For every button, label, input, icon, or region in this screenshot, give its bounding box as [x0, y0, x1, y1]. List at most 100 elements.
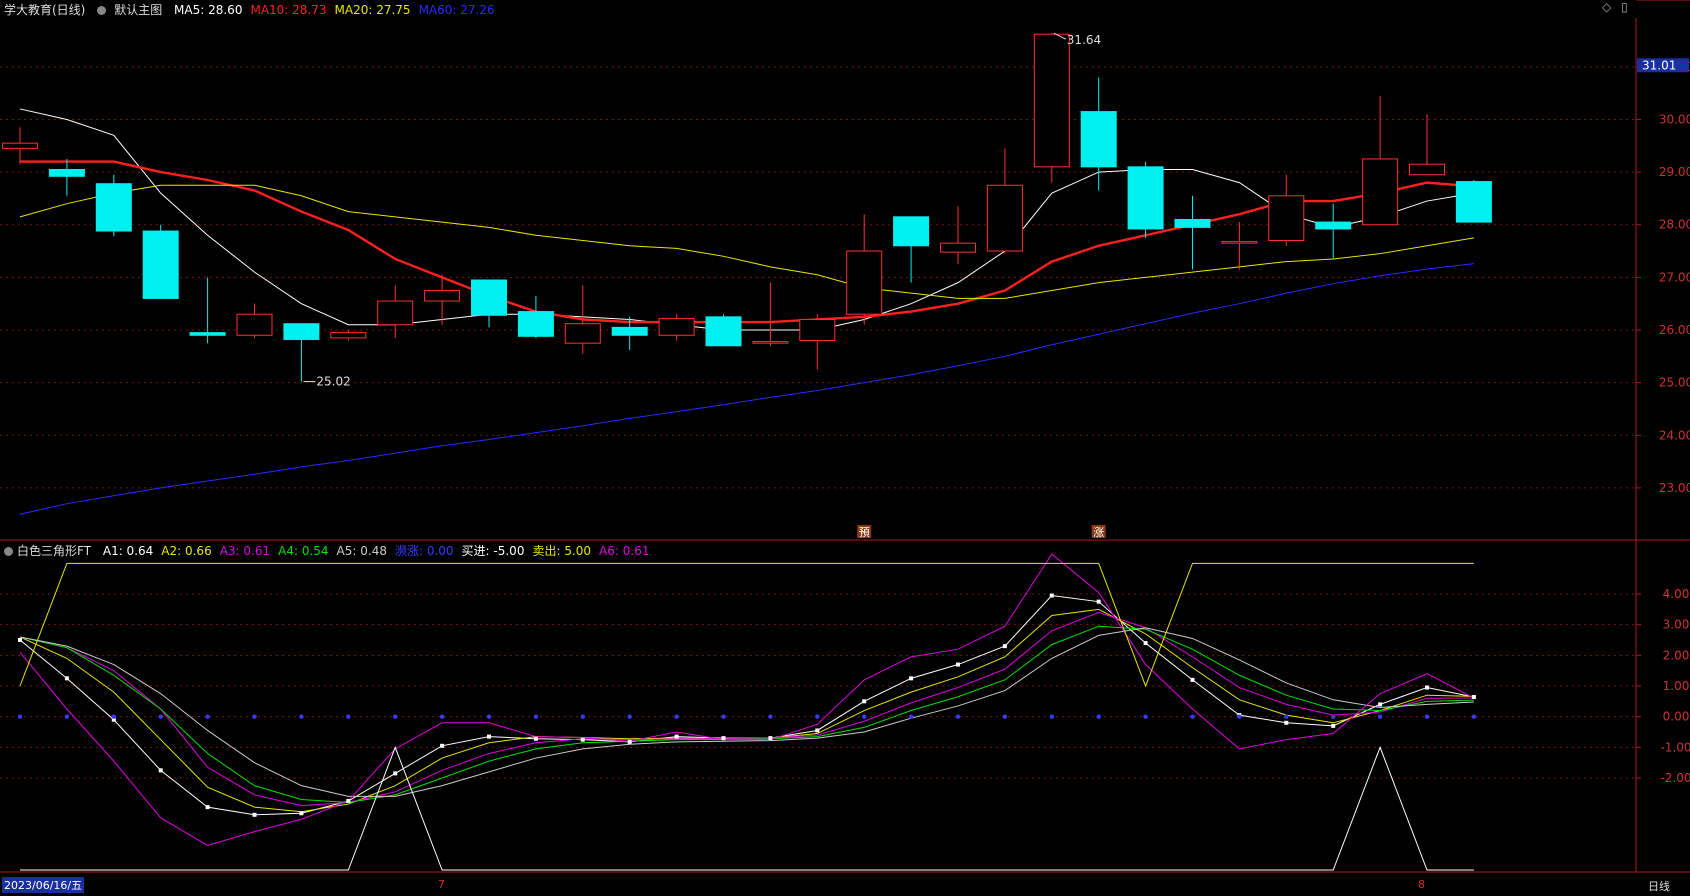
bin-zhang-dot — [1284, 714, 1289, 719]
a1-point-marker — [299, 811, 304, 816]
a1-point-marker — [815, 728, 820, 733]
a1-point-marker — [1049, 593, 1054, 598]
candle — [2, 127, 38, 165]
indicator-legend-item: A3: 0.61 — [219, 544, 271, 558]
stock-title[interactable]: 学大教育(日线) — [4, 3, 85, 17]
a1-point-marker — [64, 676, 69, 681]
candle-body — [1221, 241, 1258, 244]
candle-body — [658, 317, 695, 336]
indicator-tick-label: 0.00 — [1663, 710, 1690, 724]
candle-body — [189, 332, 226, 336]
date-label: 2023/06/16/五 — [2, 877, 85, 893]
diamond-icon[interactable]: ◇ — [1602, 0, 1611, 14]
dropdown-circle-icon — [97, 6, 107, 15]
indicator-legend-item: A1: 0.64 — [102, 544, 154, 558]
candle — [1033, 33, 1070, 183]
candle-body — [517, 311, 554, 337]
bin-zhang-dot — [533, 714, 539, 719]
candle-body — [611, 326, 648, 336]
bin-zhang-dot — [64, 714, 70, 719]
ma-legend-item: MA60: 27.26 — [418, 3, 495, 17]
bin-zhang-dot — [1190, 714, 1195, 719]
candle-body — [1362, 158, 1399, 226]
price-tick-label: 27.00 — [1659, 270, 1690, 284]
a1-point-marker — [18, 638, 22, 642]
candle-body — [940, 242, 976, 253]
candle-body — [799, 318, 836, 342]
price-tick-label: 25.00 — [1659, 376, 1690, 390]
a1-point-marker — [580, 737, 585, 742]
window-controls: ◇ ▯ — [1602, 0, 1636, 14]
candle-body — [1080, 111, 1117, 168]
candle — [846, 214, 883, 325]
bin-zhang-dot — [1331, 714, 1336, 719]
a1-point-marker — [1143, 641, 1148, 646]
a1-point-marker — [252, 812, 257, 817]
indicator-name[interactable]: 白色三角形FT — [17, 544, 91, 558]
ma-legend-item: MA5: 28.60 — [174, 3, 243, 17]
a1-point-marker — [909, 676, 914, 681]
candle — [377, 285, 414, 338]
a1-point-marker — [1096, 599, 1101, 604]
window-icon[interactable]: ▯ — [1621, 0, 1628, 14]
candle — [799, 314, 836, 370]
candle — [283, 323, 320, 382]
chart-window: 31.0030.0029.0028.0027.0026.0025.0024.00… — [0, 0, 1690, 893]
candle — [1127, 161, 1164, 238]
candle-body — [48, 168, 85, 177]
bin-zhang-dot — [439, 714, 445, 719]
bin-zhang-dot — [1096, 714, 1101, 719]
indicator-line-a3 — [19, 611, 1474, 807]
candle-body — [1127, 166, 1164, 230]
a1-point-marker — [346, 799, 351, 803]
candle — [142, 224, 179, 299]
bin-zhang-dot — [955, 714, 961, 719]
indicator-tick-label: -2.00 — [1660, 771, 1690, 785]
bin-zhang-dot — [299, 714, 304, 719]
candle — [1080, 77, 1117, 191]
candle — [517, 295, 554, 338]
indicator-legend-item: 买进: -5.00 — [461, 544, 525, 558]
indicator-legend-item: A4: 0.54 — [278, 544, 329, 558]
bin-zhang-dot — [393, 714, 398, 719]
price-tick-label: 26.00 — [1659, 323, 1690, 337]
candle — [189, 277, 226, 344]
bin-zhang-dot — [17, 714, 23, 719]
indicator-legend-item: A2: 0.66 — [161, 544, 212, 558]
a1-point-marker — [158, 768, 163, 773]
candle — [471, 279, 507, 328]
bin-zhang-dot — [1049, 714, 1055, 719]
main-header: 学大教育(日线) 默认主图 MA5: 28.60 MA10: 28.73 MA20:… — [4, 1, 511, 18]
candle — [236, 303, 273, 338]
dropdown-circle-icon[interactable] — [4, 547, 13, 556]
candle — [1315, 203, 1352, 259]
ma-line-ma5 — [19, 108, 1474, 331]
bin-zhang-dot — [1424, 714, 1430, 719]
bin-zhang-dot — [111, 714, 117, 719]
ma-line-ma60 — [19, 263, 1474, 515]
low-price-label: 25.02 — [316, 375, 350, 389]
a1-point-marker — [1425, 685, 1429, 690]
candle-body — [142, 230, 179, 299]
candle-body — [1315, 221, 1352, 230]
indicator-tick-label: 4.00 — [1663, 587, 1690, 601]
indicator-legend-item: 卖出: 5.00 — [532, 544, 592, 558]
bin-zhang-dot — [486, 714, 492, 719]
candle — [940, 206, 976, 265]
candle-body — [705, 316, 742, 347]
indicator-tick-label: 1.00 — [1663, 679, 1690, 693]
bin-zhang-dot — [768, 714, 773, 719]
candle-body — [330, 332, 367, 339]
a1-point-marker — [627, 739, 632, 744]
candle-body — [1455, 181, 1492, 223]
current-price-label: 31.01 — [1642, 58, 1676, 72]
a1-point-marker — [1002, 644, 1007, 649]
bin-zhang-dot — [908, 714, 914, 719]
candle-body — [1174, 218, 1211, 228]
template-selector[interactable]: 默认主图 — [97, 3, 162, 17]
indicator-line-a6 — [19, 553, 1475, 847]
stock-chart[interactable]: 31.0030.0029.0028.0027.0026.0025.0024.00… — [0, 0, 1690, 892]
template-label: 默认主图 — [114, 3, 163, 17]
indicator-line-a5 — [19, 627, 1474, 797]
candle-body — [1409, 163, 1445, 176]
